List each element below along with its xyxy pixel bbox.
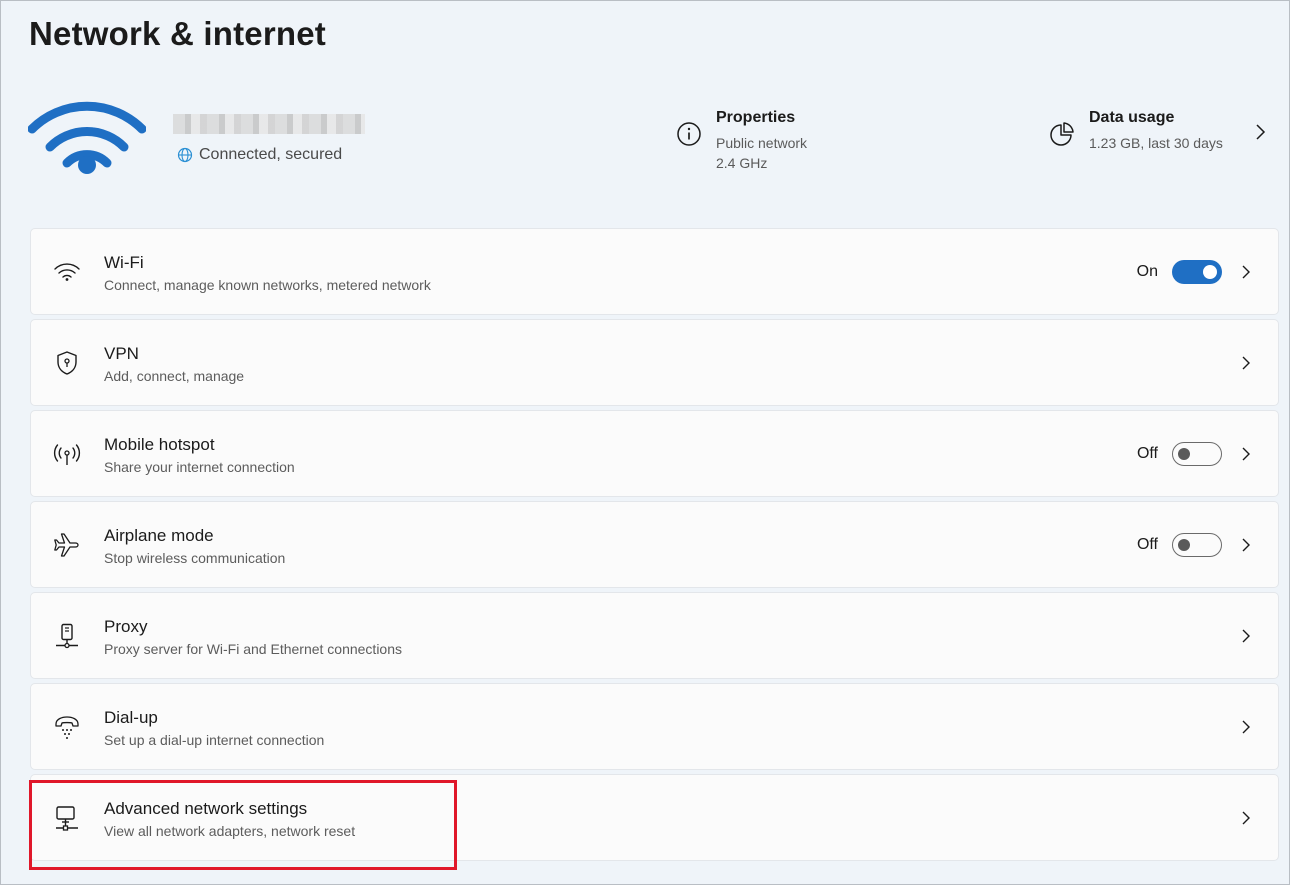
advanced-network-settings-title: Advanced network settings <box>104 799 308 818</box>
proxy-row[interactable]: Proxy Proxy server for Wi-Fi and Etherne… <box>30 592 1279 679</box>
properties-band: 2.4 GHz <box>716 155 768 171</box>
chevron-right-icon <box>1242 538 1250 552</box>
settings-list: Wi-Fi Connect, manage known networks, me… <box>30 228 1279 865</box>
properties-title: Properties <box>716 109 796 126</box>
shield-icon <box>57 351 77 375</box>
advanced-network-settings-row[interactable]: Advanced network settings View all netwo… <box>30 774 1279 861</box>
vpn-row[interactable]: VPN Add, connect, manage <box>30 319 1279 406</box>
info-icon <box>677 122 701 146</box>
chevron-right-icon <box>1242 265 1250 279</box>
network-name-redacted <box>173 114 365 134</box>
wifi-toggle[interactable] <box>1172 260 1222 284</box>
airplane-mode-toggle[interactable] <box>1172 533 1222 557</box>
vpn-subtitle: Add, connect, manage <box>104 368 245 384</box>
advanced-network-settings-subtitle: View all network adapters, network reset <box>104 823 356 839</box>
proxy-subtitle: Proxy server for Wi-Fi and Ethernet conn… <box>104 641 403 657</box>
chevron-right-icon <box>1242 629 1250 643</box>
mobile-hotspot-subtitle: Share your internet connection <box>104 459 295 475</box>
hotspot-icon <box>53 444 81 465</box>
chevron-right-icon <box>1242 356 1250 370</box>
wifi-subtitle: Connect, manage known networks, metered … <box>104 277 431 293</box>
dial-up-title: Dial-up <box>104 708 158 727</box>
chevron-right-icon <box>1242 447 1250 461</box>
wifi-icon <box>54 263 80 281</box>
properties-network-type: Public network <box>716 135 808 151</box>
chevron-right-icon <box>1242 720 1250 734</box>
airplane-mode-row[interactable]: Airplane mode Stop wireless communicatio… <box>30 501 1279 588</box>
properties-button[interactable]: Properties Public network 2.4 GHz <box>676 109 807 173</box>
airplane-mode-subtitle: Stop wireless communication <box>104 550 286 566</box>
mobile-hotspot-title: Mobile hotspot <box>104 435 215 454</box>
wifi-title: Wi-Fi <box>104 253 144 272</box>
airplane-icon <box>54 533 79 557</box>
pie-chart-icon <box>1050 122 1074 146</box>
proxy-title: Proxy <box>104 617 148 636</box>
dial-up-row[interactable]: Dial-up Set up a dial-up internet connec… <box>30 683 1279 770</box>
wifi-toggle-label: On <box>1136 263 1158 280</box>
wifi-row[interactable]: Wi-Fi Connect, manage known networks, me… <box>30 228 1279 315</box>
data-usage-amount: 1.23 GB, last 30 days <box>1089 135 1223 151</box>
chevron-right-icon <box>1256 124 1266 140</box>
proxy-icon <box>56 623 78 649</box>
page-title: Network & internet <box>29 15 326 52</box>
connection-status-text: Connected, secured <box>199 146 343 163</box>
vpn-title: VPN <box>104 344 139 363</box>
mobile-hotspot-toggle[interactable] <box>1172 442 1222 466</box>
mobile-hotspot-row[interactable]: Mobile hotspot Share your internet conne… <box>30 410 1279 497</box>
connection-status: Connected, secured <box>177 146 342 164</box>
airplane-mode-toggle-label: Off <box>1136 536 1158 553</box>
airplane-mode-title: Airplane mode <box>104 526 214 545</box>
data-usage-title: Data usage <box>1089 109 1175 126</box>
dial-up-subtitle: Set up a dial-up internet connection <box>104 732 325 748</box>
data-usage-button[interactable]: Data usage 1.23 GB, last 30 days <box>1049 109 1223 153</box>
wifi-signal-icon <box>28 101 146 174</box>
chevron-right-icon <box>1242 811 1250 825</box>
network-adapter-icon <box>56 806 78 831</box>
phone-icon <box>55 716 79 739</box>
mobile-hotspot-toggle-label: Off <box>1136 445 1158 462</box>
globe-icon <box>177 147 193 163</box>
